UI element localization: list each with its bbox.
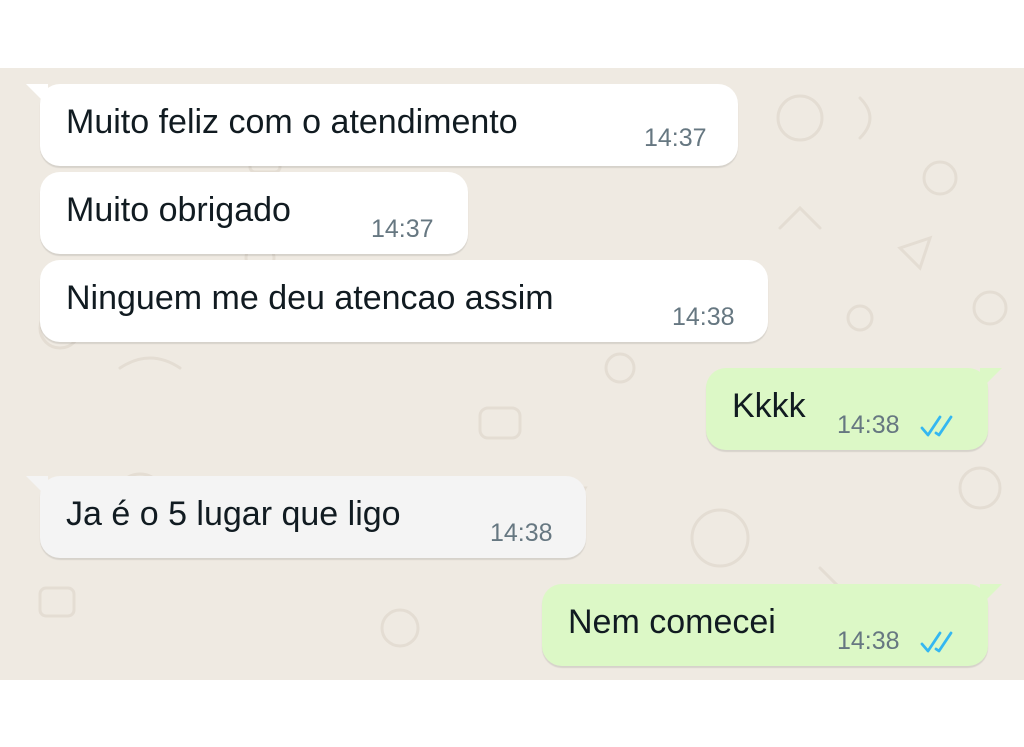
double-check-icon	[920, 631, 953, 653]
message-time: 14:38	[837, 411, 900, 439]
bubble-tail	[980, 368, 1002, 390]
message-time: 14:38	[837, 627, 900, 655]
message-bubble-incoming[interactable]: Muito obrigado 14:37	[40, 172, 468, 254]
message-time: 14:38	[490, 519, 553, 547]
message-time: 14:37	[371, 215, 434, 243]
message-text: Ja é o 5 lugar que ligo	[66, 495, 401, 533]
message-time: 14:38	[672, 303, 735, 331]
screenshot: Muito feliz com o atendimento 14:37 Muit…	[0, 0, 1024, 747]
bubble-tail	[980, 584, 1002, 606]
message-bubble-incoming[interactable]: Ja é o 5 lugar que ligo 14:38	[26, 476, 586, 558]
bubble-tail	[26, 476, 48, 498]
chat-area[interactable]: Muito feliz com o atendimento 14:37 Muit…	[0, 68, 1024, 680]
message-text: Nem comecei	[568, 603, 776, 641]
message-time: 14:37	[644, 124, 707, 152]
message-bubble-outgoing[interactable]: Kkkk 14:38	[706, 368, 1002, 450]
message-bubble-outgoing[interactable]: Nem comecei 14:38	[542, 584, 1002, 666]
message-text: Muito obrigado	[66, 191, 291, 229]
double-check-icon	[920, 415, 953, 437]
message-bubble-incoming[interactable]: Muito feliz com o atendimento 14:37	[26, 84, 738, 166]
message-text: Ninguem me deu atencao assim	[66, 279, 554, 317]
bubble-tail	[26, 84, 48, 106]
message-bubble-incoming[interactable]: Ninguem me deu atencao assim 14:38	[40, 260, 768, 342]
message-text: Kkkk	[732, 387, 806, 425]
message-text: Muito feliz com o atendimento	[66, 103, 518, 141]
